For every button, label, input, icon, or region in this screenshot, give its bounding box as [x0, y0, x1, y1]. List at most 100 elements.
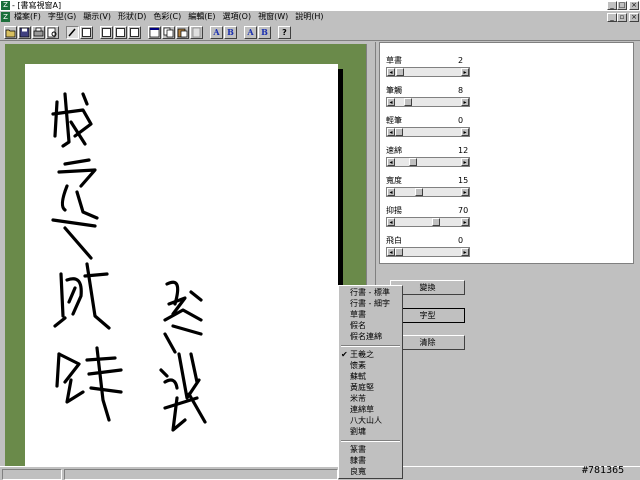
menu-item-cursive[interactable]: 草書: [350, 310, 366, 320]
slider-track[interactable]: ◂ ▸: [386, 157, 470, 167]
menu-item-running-thin[interactable]: 行書 - 細字: [350, 299, 390, 309]
layout-2-icon[interactable]: [114, 26, 127, 39]
property-value: 12: [458, 146, 469, 155]
help-icon[interactable]: ?: [278, 26, 291, 39]
menu-item-connected-cursive[interactable]: 連綿草: [350, 405, 374, 415]
menu-separator: [341, 345, 400, 347]
slider-thumb[interactable]: [396, 68, 404, 76]
close-button[interactable]: ×: [629, 1, 639, 10]
slider-track[interactable]: ◂ ▸: [386, 97, 470, 107]
minimize-button[interactable]: _: [607, 1, 617, 10]
title-bar: Z - [書寫視窗A] _ □ ×: [0, 0, 640, 11]
property-cursive: 草書 2 ◂ ▸: [386, 56, 476, 80]
slider-left-arrow-icon[interactable]: ◂: [387, 188, 395, 196]
property-value: 70: [458, 206, 469, 215]
single-pane-icon[interactable]: [80, 26, 93, 39]
watermark-id: #781365: [582, 465, 625, 476]
slider-right-arrow-icon[interactable]: ▸: [461, 158, 469, 166]
window-title: - [書寫視窗A]: [12, 1, 62, 10]
slider-thumb[interactable]: [404, 98, 412, 106]
slider-left-arrow-icon[interactable]: ◂: [387, 248, 395, 256]
stroke-properties: 草書 2 ◂ ▸ 筆觸 8 ◂ ▸ 輕筆 0 ◂ ▸ 速綿 12 ◂ ▸ 寬度 …: [379, 42, 634, 264]
menu-item-seal[interactable]: 篆書: [350, 445, 366, 455]
maximize-button[interactable]: □: [617, 1, 627, 10]
menu-item-kana-connected[interactable]: 假名連綿: [350, 332, 382, 342]
canvas-area: [0, 42, 376, 466]
menu-font[interactable]: 字型(G): [48, 11, 76, 23]
doc-close-button[interactable]: ×: [629, 13, 639, 22]
menu-item-liu-yong[interactable]: 劉墉: [350, 427, 366, 437]
menu-item-bada-shanren[interactable]: 八大山人: [350, 416, 382, 426]
menu-item-kana[interactable]: 假名: [350, 321, 366, 331]
status-pane-2: [64, 469, 338, 480]
status-pane-1: [2, 469, 62, 480]
menu-window[interactable]: 視窗(W): [258, 11, 288, 23]
menu-help[interactable]: 說明(H): [295, 11, 323, 23]
slider-left-arrow-icon[interactable]: ◂: [387, 128, 395, 136]
slider-thumb[interactable]: [432, 218, 440, 226]
slider-track[interactable]: ◂ ▸: [386, 187, 470, 197]
menu-shape[interactable]: 形狀(D): [118, 11, 146, 23]
slider-thumb[interactable]: [395, 248, 403, 256]
menu-view[interactable]: 顯示(V): [83, 11, 111, 23]
font-b2-button[interactable]: B: [258, 26, 271, 39]
toolbar: A B A B ?: [0, 24, 640, 41]
paste-icon[interactable]: [176, 26, 189, 39]
font-b-button[interactable]: B: [224, 26, 237, 39]
menu-item-su-shi[interactable]: 蘇軾: [350, 372, 366, 382]
slider-thumb[interactable]: [409, 158, 417, 166]
slider-right-arrow-icon[interactable]: ▸: [461, 128, 469, 136]
menu-file[interactable]: 檔案(F): [14, 11, 41, 23]
slider-right-arrow-icon[interactable]: ▸: [461, 98, 469, 106]
doc-restore-button[interactable]: ▫: [617, 13, 627, 22]
slider-thumb[interactable]: [415, 188, 423, 196]
menu-item-clerical[interactable]: 隸書: [350, 456, 366, 466]
writing-paper[interactable]: [25, 64, 338, 466]
menu-item-mi-fu[interactable]: 米芾: [350, 394, 366, 404]
document-icon[interactable]: Z: [1, 12, 10, 22]
slider-thumb[interactable]: [395, 128, 403, 136]
print-preview-icon[interactable]: [46, 26, 59, 39]
slider-right-arrow-icon[interactable]: ▸: [461, 248, 469, 256]
slider-track[interactable]: ◂ ▸: [386, 247, 470, 257]
blank-page-icon[interactable]: [190, 26, 203, 39]
slider-right-arrow-icon[interactable]: ▸: [461, 68, 469, 76]
doc-minimize-button[interactable]: _: [607, 13, 617, 22]
print-icon[interactable]: [32, 26, 45, 39]
save-disk-icon[interactable]: [18, 26, 31, 39]
font-a2-button[interactable]: A: [244, 26, 257, 39]
property-label: 筆觸: [386, 86, 402, 95]
layout-3-icon[interactable]: [128, 26, 141, 39]
property-value: 8: [458, 86, 464, 95]
font-style-menu: 行書 - 標準 行書 - 細字 草書 假名 假名連綿 ✔ 王羲之 懷素 蘇軾 黃…: [338, 285, 403, 479]
slider-left-arrow-icon[interactable]: ◂: [387, 218, 395, 226]
slider-track[interactable]: ◂ ▸: [386, 217, 470, 227]
menu-color[interactable]: 色彩(C): [153, 11, 181, 23]
menu-item-running-standard[interactable]: 行書 - 標準: [350, 288, 390, 298]
menu-edit[interactable]: 編輯(E): [188, 11, 215, 23]
slider-right-arrow-icon[interactable]: ▸: [461, 218, 469, 226]
brush-tool-icon[interactable]: [66, 26, 79, 39]
menu-item-wang-xizhi[interactable]: 王羲之: [350, 350, 374, 360]
menu-item-huang-tingjian[interactable]: 黃庭堅: [350, 383, 374, 393]
menu-bar: Z 檔案(F) 字型(G) 顯示(V) 形狀(D) 色彩(C) 編輯(E) 選項…: [0, 11, 640, 23]
slider-track[interactable]: ◂ ▸: [386, 127, 470, 137]
window-icon[interactable]: [148, 26, 161, 39]
menu-options[interactable]: 選項(O): [223, 11, 252, 23]
slider-left-arrow-icon[interactable]: ◂: [387, 98, 395, 106]
slider-right-arrow-icon[interactable]: ▸: [461, 188, 469, 196]
menu-item-huaisu[interactable]: 懷素: [350, 361, 366, 371]
font-a-button[interactable]: A: [210, 26, 223, 39]
copy-icon[interactable]: [162, 26, 175, 39]
checkmark-icon: ✔: [341, 350, 348, 359]
slider-left-arrow-icon[interactable]: ◂: [387, 68, 395, 76]
slider-left-arrow-icon[interactable]: ◂: [387, 158, 395, 166]
calligraphy-drawing: [51, 92, 207, 432]
menu-item-ryokan[interactable]: 良寬: [350, 467, 366, 477]
menu-separator: [341, 440, 400, 442]
layout-1-icon[interactable]: [100, 26, 113, 39]
open-folder-icon[interactable]: [4, 26, 17, 39]
slider-track[interactable]: ◂ ▸: [386, 67, 470, 77]
property-value: 2: [458, 56, 464, 65]
app-icon: Z: [1, 1, 10, 10]
